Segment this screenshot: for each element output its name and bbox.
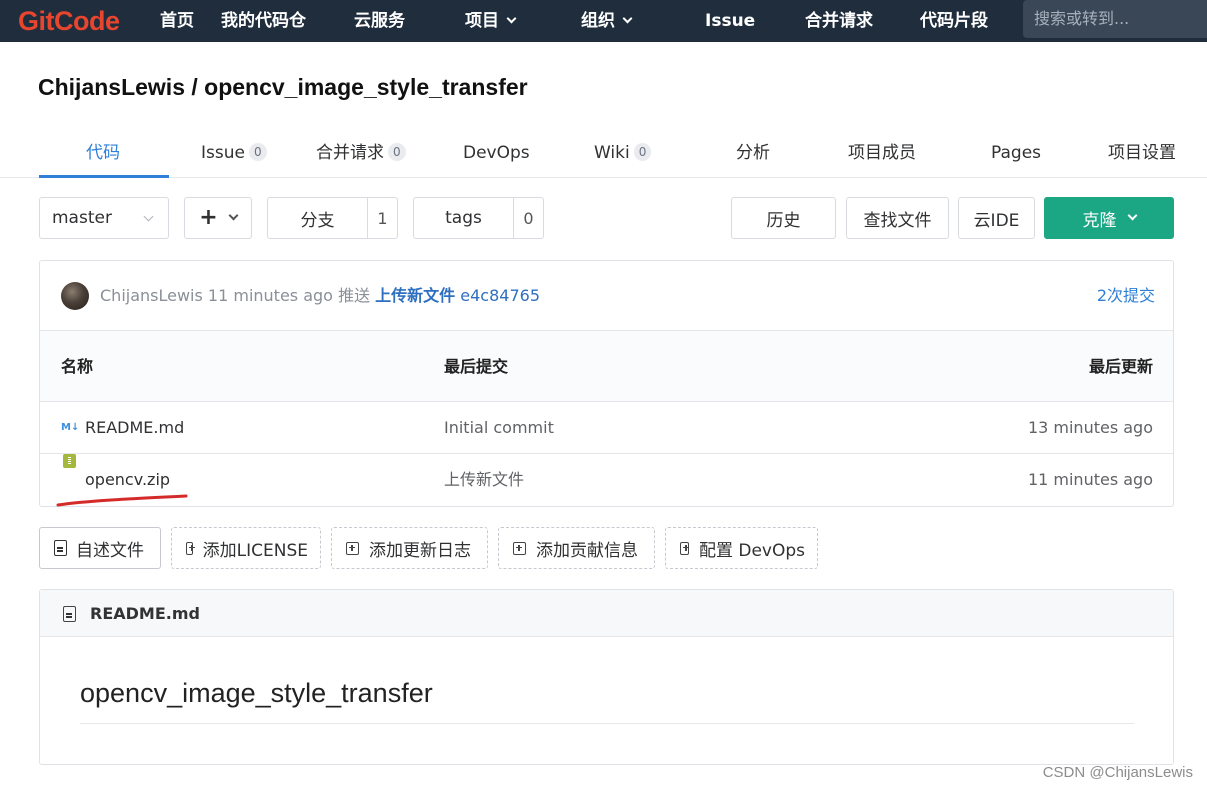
tab-settings[interactable]: 项目设置 [1108,128,1176,178]
file-last-commit[interactable]: Initial commit [444,402,554,454]
plus-square-icon [346,541,359,555]
nav-projects[interactable]: 项目 [465,0,517,42]
file-updated: 11 minutes ago [1027,470,1153,489]
last-commit-bar: ChijansLewis 11 minutes ago 推送 上传新文件 e4c… [40,261,1173,331]
branch-select-value: master [52,208,112,228]
file-table-header: 名称 最后提交 最后更新 [40,331,1173,402]
readme-filename: README.md [90,604,200,623]
document-icon [63,606,76,622]
table-row[interactable]: opencv.zip 上传新文件 11 minutes ago [40,454,1173,506]
branches-button-group: 分支 1 [267,197,398,239]
commit-count-link[interactable]: 2次提交 [1097,261,1155,331]
top-navbar: GitCode 首页 我的代码仓 云服务 项目 组织 Issue 合并请求 代码… [0,0,1207,42]
nav-organizations-label: 组织 [581,11,615,31]
plus-square-icon [513,541,526,555]
branch-select[interactable]: master [39,197,169,239]
gitcode-logo[interactable]: GitCode [18,4,120,38]
add-menu-button[interactable]: + [184,197,252,239]
clone-button[interactable]: 克隆 [1044,197,1174,239]
tab-wiki-count: 0 [633,143,652,161]
commit-sha[interactable]: e4c84765 [460,286,540,305]
tab-issue[interactable]: Issue 0 [201,128,267,178]
branches-count: 1 [377,208,388,228]
heading-divider [80,723,1134,724]
plus-icon: + [199,205,218,230]
active-tab-indicator [39,175,169,178]
add-contributing-button[interactable]: 添加贡献信息 [498,527,655,569]
tab-analytics[interactable]: 分析 [736,128,770,178]
chevron-down-icon [506,13,517,24]
file-browser: ChijansLewis 11 minutes ago 推送 上传新文件 e4c… [39,260,1174,507]
tab-issue-count: 0 [248,143,267,161]
add-changelog-label: 添加更新日志 [369,540,471,561]
commit-message[interactable]: 上传新文件 [375,286,455,305]
tags-button-group: tags 0 [413,197,544,239]
readme-file-button[interactable]: 自述文件 [39,527,161,569]
add-license-button[interactable]: 添加LICENSE [171,527,321,569]
tab-devops[interactable]: DevOps [463,128,530,178]
markdown-icon: M↓ [61,422,80,433]
tab-members[interactable]: 项目成员 [848,128,916,178]
plus-square-icon [186,541,195,555]
nav-issues[interactable]: Issue [705,0,755,42]
tab-code[interactable]: 代码 [86,128,120,178]
tab-merge-requests-label: 合并请求 [316,143,384,163]
table-row[interactable]: M↓ README.md Initial commit 13 minutes a… [40,402,1173,454]
search-input[interactable]: 搜索或转到... [1023,0,1207,38]
chevron-down-icon [622,13,633,24]
tab-wiki-label: Wiki [594,143,630,163]
branches-button[interactable]: 分支 [268,198,368,238]
file-last-commit[interactable]: 上传新文件 [444,454,524,506]
repo-title[interactable]: ChijansLewis / opencv_image_style_transf… [38,74,528,101]
watermark: CSDN @ChijansLewis [1042,764,1193,781]
tab-merge-requests-count: 0 [388,143,406,161]
readme-panel: README.md opencv_image_style_transfer [39,589,1174,765]
readme-header: README.md [40,590,1173,637]
find-file-button[interactable]: 查找文件 [846,197,949,239]
add-license-label: 添加LICENSE [202,540,308,561]
file-name[interactable]: README.md [85,402,184,454]
add-contributing-label: 添加贡献信息 [536,540,638,561]
configure-devops-button[interactable]: 配置 DevOps [665,527,818,569]
nav-home[interactable]: 首页 [160,0,194,42]
clone-button-label: 克隆 [1082,210,1117,231]
commit-author[interactable]: ChijansLewis [100,286,203,305]
header-last-commit: 最后提交 [444,357,509,376]
configure-devops-label: 配置 DevOps [698,540,805,561]
file-updated: 13 minutes ago [1027,418,1153,437]
commit-action: 推送 [338,286,371,305]
nav-organizations[interactable]: 组织 [581,0,633,42]
history-button[interactable]: 历史 [731,197,836,239]
nav-projects-label: 项目 [465,11,499,31]
chevron-down-icon [228,210,239,220]
chevron-down-icon [1127,210,1137,220]
zip-icon [63,454,76,468]
readme-file-label: 自述文件 [76,540,144,561]
nav-my-repos[interactable]: 我的代码仓 [221,0,306,42]
commit-time: 11 minutes ago [207,286,333,305]
add-changelog-button[interactable]: 添加更新日志 [331,527,488,569]
nav-merge-requests[interactable]: 合并请求 [805,0,873,42]
nav-cloud-services[interactable]: 云服务 [354,0,405,42]
last-commit-info: ChijansLewis 11 minutes ago 推送 上传新文件 e4c… [100,261,540,331]
header-last-update: 最后更新 [1088,357,1153,376]
nav-snippets[interactable]: 代码片段 [920,0,988,42]
chevron-down-icon [143,211,154,222]
web-ide-button[interactable]: 云IDE [958,197,1035,239]
repo-tabs: 代码 Issue 0 合并请求 0 DevOps Wiki 0 分析 项目成员 Pag… [0,128,1207,178]
tab-issue-label: Issue [201,143,245,163]
document-icon [54,540,67,556]
tags-button[interactable]: tags [414,198,514,238]
tags-count: 0 [523,208,534,228]
tab-pages[interactable]: Pages [991,128,1041,178]
plus-square-icon [680,541,689,555]
red-underline-annotation [56,494,188,507]
readme-heading: opencv_image_style_transfer [80,678,433,708]
avatar[interactable] [61,282,89,310]
tab-merge-requests[interactable]: 合并请求 0 [316,128,406,178]
tab-wiki[interactable]: Wiki 0 [594,128,652,178]
header-name: 名称 [61,357,94,376]
